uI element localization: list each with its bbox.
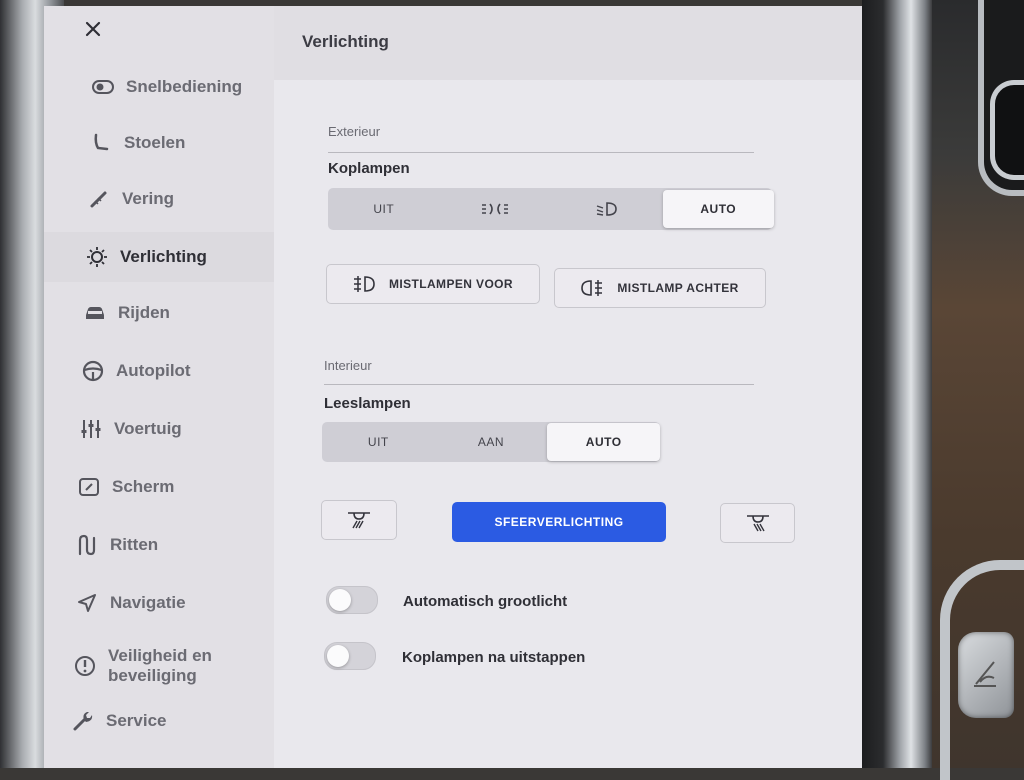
ambient-lighting-button[interactable]: SFEERVERLICHTING <box>452 502 666 542</box>
dome-light-right-icon <box>746 515 769 532</box>
hazard-icon <box>974 661 996 687</box>
sidebar-item-scherm[interactable]: Scherm <box>44 462 302 512</box>
reading-lights-segmented-control: UIT AAN AUTO <box>322 422 661 462</box>
sidebar-item-label-line1: Veiligheid en <box>108 646 212 665</box>
toggle-icon <box>90 76 116 98</box>
sidebar-item-navigatie[interactable]: Navigatie <box>44 578 300 628</box>
sidebar-item-verlichting[interactable]: Verlichting <box>44 232 310 282</box>
sidebar-item-label: Snelbediening <box>126 77 243 96</box>
sliders-icon <box>78 418 104 440</box>
auto-high-beam-toggle[interactable] <box>326 586 378 614</box>
sidebar-item-label: Service <box>106 711 167 730</box>
sidebar-item-label: Veiligheid en beveiliging <box>108 646 212 686</box>
reading-lights-option-auto[interactable]: AUTO <box>547 423 661 461</box>
sidebar-item-rijden[interactable]: Rijden <box>44 288 308 338</box>
sidebar-item-autopilot[interactable]: Autopilot <box>44 346 306 396</box>
toggle-knob <box>329 589 351 611</box>
sidebar-item-label-line2: beveiliging <box>108 666 197 685</box>
section-label-interior: Interieur <box>324 358 372 373</box>
sidebar-item-ritten[interactable]: Ritten <box>44 520 300 570</box>
hazard-button[interactable] <box>958 632 1014 718</box>
front-fog-lights-button[interactable]: MISTLAMPEN VOOR <box>326 264 540 304</box>
headlights-option-parking[interactable] <box>440 188 552 230</box>
dome-light-left-icon <box>348 512 370 529</box>
steering-wheel-icon <box>80 360 106 382</box>
low-beam-icon <box>596 202 617 216</box>
reading-lights-option-on[interactable]: AAN <box>435 422 548 462</box>
reading-lights-label: Leeslampen <box>324 395 411 412</box>
dome-light-right-button[interactable] <box>720 503 795 543</box>
rear-fog-light-label: MISTLAMP ACHTER <box>617 281 739 295</box>
headlights-after-exit-label: Koplampen na uitstappen <box>402 649 586 666</box>
trips-icon <box>74 534 100 556</box>
sidebar-item-label: Stoelen <box>124 133 186 152</box>
ambient-lighting-label: SFEERVERLICHTING <box>494 515 624 529</box>
sidebar-item-label: Verlichting <box>120 247 207 266</box>
car-icon <box>82 302 108 324</box>
sidebar-item-label: Scherm <box>112 477 175 496</box>
main-header: Verlichting <box>274 6 862 80</box>
parking-lights-icon <box>482 203 509 215</box>
headlights-option-auto[interactable]: AUTO <box>662 190 774 228</box>
headlights-after-exit-toggle[interactable] <box>324 642 376 670</box>
headlights-label: Koplampen <box>328 160 410 177</box>
sidebar-item-label: Ritten <box>110 535 159 554</box>
suspension-icon <box>86 188 112 210</box>
sidebar-item-service[interactable]: Service <box>44 696 296 746</box>
front-fog-lights-label: MISTLAMPEN VOOR <box>388 277 513 291</box>
reading-lights-option-off[interactable]: UIT <box>322 422 435 462</box>
display-icon <box>76 476 102 498</box>
sidebar-item-label: Navigatie <box>110 593 186 612</box>
toggle-knob <box>327 645 349 667</box>
sidebar-item-veiligheid[interactable]: Veiligheid en beveiliging <box>44 636 298 696</box>
dome-light-left-button[interactable] <box>321 500 397 540</box>
light-bulb-icon <box>84 246 110 268</box>
navigation-arrow-icon <box>74 592 100 614</box>
seat-icon <box>88 132 114 154</box>
sidebar-item-label: Voertuig <box>114 419 182 438</box>
page-title: Verlichting <box>302 32 389 51</box>
section-divider <box>328 152 754 153</box>
air-vent-inner <box>990 80 1024 180</box>
front-fog-icon <box>353 276 375 292</box>
main-panel: Verlichting Exterieur Koplampen UIT AUTO… <box>274 6 862 768</box>
rear-fog-light-button[interactable]: MISTLAMP ACHTER <box>554 268 766 308</box>
sidebar-item-label: Rijden <box>118 303 170 322</box>
rear-fog-icon <box>581 280 603 296</box>
section-label-exterior: Exterieur <box>328 124 381 139</box>
close-icon[interactable] <box>84 20 102 38</box>
headlights-option-low-beam[interactable] <box>551 188 663 230</box>
sidebar-item-label: Vering <box>122 189 174 208</box>
sidebar-item-voertuig[interactable]: Voertuig <box>44 404 304 454</box>
sidebar-item-label: Autopilot <box>116 361 191 380</box>
alert-circle-icon <box>72 655 98 677</box>
headlights-segmented-control: UIT AUTO <box>328 188 774 230</box>
screen-bezel-right <box>862 0 932 768</box>
touchscreen: Snelbediening Stoelen Vering Verlichting <box>44 6 862 768</box>
wrench-icon <box>70 710 96 732</box>
auto-high-beam-label: Automatisch grootlicht <box>403 593 568 610</box>
sidebar: Snelbediening Stoelen Vering Verlichting <box>44 6 310 768</box>
sidebar-item-vering[interactable]: Vering <box>44 174 312 224</box>
headlights-option-off[interactable]: UIT <box>328 188 440 230</box>
section-divider <box>324 384 754 385</box>
